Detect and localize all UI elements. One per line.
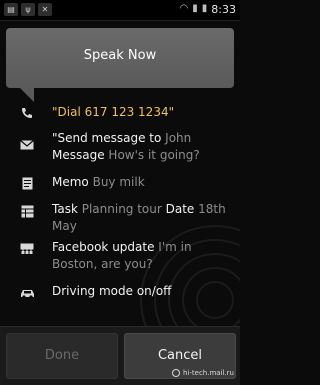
suggestion-text: "Dial 617 123 1234" [52,105,175,119]
wifi-icon: ◠ [179,3,189,14]
facebook-icon [19,241,35,257]
suggestion-text: Task Planning tour Date 18th May [52,202,226,233]
bubble-tail [20,88,34,102]
battery-icon: ▮ [201,3,208,14]
usb-icon: ψ [21,3,35,16]
suggestion-text: "Send message to John Message How's it g… [52,131,200,162]
status-bar: ▤ ψ ✕ ◠ ▮ ▮ 8:33 [0,0,240,21]
done-button[interactable]: Done [6,333,118,379]
clock: 8:33 [211,2,236,16]
memo-icon [19,175,35,191]
signal-icon: ▮ [192,3,198,14]
suggestion-text: Driving mode on/off [52,284,172,298]
speak-now-bubble: Speak Now [6,28,234,88]
car-icon [19,285,35,301]
suggestion-text: Memo Buy milk [52,175,145,189]
prompt-title: Speak Now [83,48,157,63]
watermark-logo-icon [171,369,180,377]
notification-icon: ✕ [38,3,52,16]
envelope-icon [19,137,35,153]
phone-icon [19,105,35,121]
task-icon [19,203,35,219]
sim-icon: ▤ [4,3,18,16]
suggestion-text: Facebook update I'm in Boston, are you? [52,240,192,271]
watermark: hi-tech.mail.ru [171,369,234,377]
